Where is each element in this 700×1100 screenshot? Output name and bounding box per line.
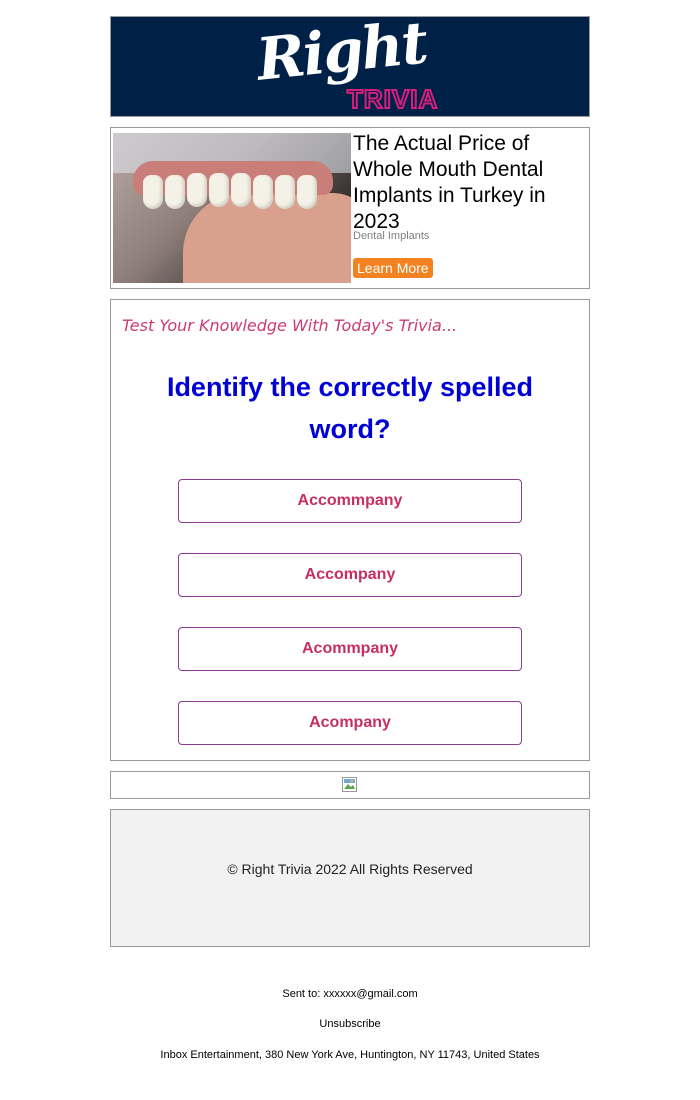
ad-image-tooth — [187, 173, 207, 207]
sponsored-ad[interactable]: The Actual Price of Whole Mouth Dental I… — [110, 127, 590, 289]
ad-image-tooth — [297, 175, 317, 209]
ad-image-tooth — [143, 175, 163, 209]
ad-image-dental-implants[interactable] — [113, 133, 351, 283]
learn-more-button[interactable]: Learn More — [353, 258, 433, 278]
header-banner: Right TRIVIA — [110, 8, 590, 117]
unsubscribe-link[interactable]: Unsubscribe — [319, 1018, 380, 1030]
logo-word-trivia: TRIVIA — [346, 84, 439, 114]
trivia-intro: Test Your Knowledge With Today's Trivia.… — [122, 316, 458, 335]
answer-option-2[interactable]: Accompany — [178, 553, 522, 597]
footer-box: © Right Trivia 2022 All Rights Reserved — [110, 809, 590, 947]
broken-image-icon[interactable] — [342, 777, 357, 792]
sent-to-line: Sent to: xxxxxx@gmail.com — [0, 987, 700, 1001]
mailing-address: Inbox Entertainment, 380 New York Ave, H… — [160, 1049, 540, 1061]
unsubscribe-line: Unsubscribe — [0, 1017, 700, 1031]
answer-option-3[interactable]: Acommpany — [178, 627, 522, 671]
sent-to-email[interactable]: xxxxxx@gmail.com — [323, 988, 417, 1000]
ad-image-tooth — [209, 173, 229, 207]
copyright-text: © Right Trivia 2022 All Rights Reserved — [227, 861, 473, 877]
ad-image-tooth — [165, 175, 185, 209]
answer-option-4[interactable]: Acompany — [178, 701, 522, 745]
trivia-question: Identify the correctly spelled word? — [166, 372, 534, 444]
logo-word-right: Right — [253, 8, 430, 94]
trivia-card: Test Your Knowledge With Today's Trivia.… — [110, 299, 590, 761]
sent-to-label: Sent to: — [282, 988, 321, 1000]
answer-option-1[interactable]: Accommpany — [178, 479, 522, 523]
image-block — [110, 771, 590, 799]
ad-image-tooth — [253, 175, 273, 209]
right-trivia-logo[interactable]: Right TRIVIA — [253, 8, 457, 114]
ad-title[interactable]: The Actual Price of Whole Mouth Dental I… — [353, 131, 585, 235]
ad-image-tooth — [231, 173, 251, 207]
ad-image-tooth — [275, 175, 295, 209]
ad-sponsor: Dental Implants — [353, 230, 430, 242]
